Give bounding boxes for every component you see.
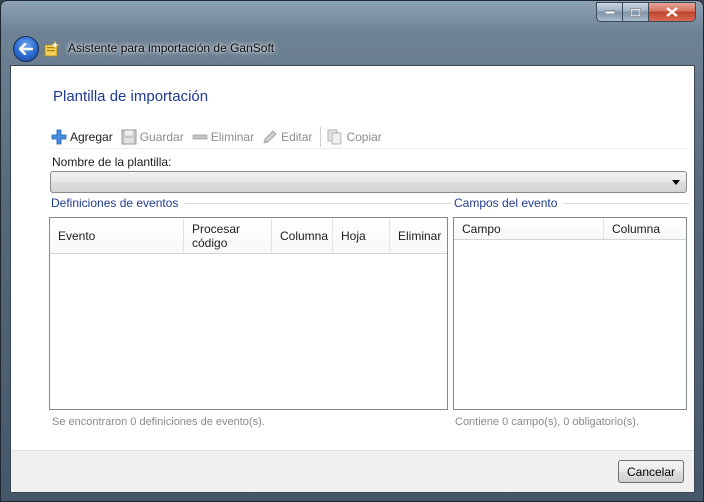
- arrow-left-icon: [19, 43, 33, 55]
- column-header-field[interactable]: Campo: [454, 218, 604, 239]
- back-button[interactable]: [13, 36, 39, 62]
- column-header-column[interactable]: Columna: [272, 218, 333, 253]
- caption-buttons: [596, 2, 696, 22]
- close-button[interactable]: [649, 2, 696, 22]
- events-group-label: Definiciones de eventos: [51, 196, 179, 210]
- column-header-process-code[interactable]: Procesar código: [184, 218, 272, 253]
- events-grid[interactable]: Evento Procesar código Columna Hoja Elim…: [49, 217, 448, 410]
- plus-icon: [51, 129, 67, 145]
- fields-grid[interactable]: Campo Columna: [453, 217, 687, 410]
- close-icon: [666, 7, 678, 17]
- events-grid-header: Evento Procesar código Columna Hoja Elim…: [50, 218, 447, 254]
- pencil-icon: [262, 129, 278, 145]
- copy-button-label: Copiar: [346, 129, 382, 144]
- column-header-sheet[interactable]: Hoja: [333, 218, 390, 253]
- footer-bar: Cancelar: [11, 450, 694, 492]
- maximize-button[interactable]: [623, 2, 649, 22]
- save-button-label: Guardar: [139, 129, 184, 144]
- events-summary: Se encontraron 0 definiciones de evento(…: [52, 416, 265, 428]
- wizard-window: Asistente para importación de GanSoft Pl…: [0, 0, 704, 502]
- app-icon: [44, 41, 60, 57]
- maximize-icon: [630, 7, 641, 17]
- add-button-label: Agregar: [70, 129, 113, 144]
- chevron-down-icon: [672, 180, 680, 185]
- fields-grid-header: Campo Columna: [454, 218, 686, 240]
- save-button[interactable]: Guardar: [121, 126, 184, 148]
- toolbar: Agregar Guardar Eliminar Editar Copiar: [51, 125, 687, 149]
- page-title: Plantilla de importación: [53, 88, 209, 105]
- toolbar-separator: [320, 126, 322, 147]
- fields-group-label: Campos del evento: [454, 196, 558, 210]
- fields-summary: Contiene 0 campo(s), 0 obligatorio(s).: [455, 416, 640, 428]
- events-group-divider: [184, 202, 452, 204]
- minimize-icon: [604, 10, 615, 14]
- minus-icon: [192, 129, 208, 145]
- copy-button[interactable]: Copiar: [327, 126, 382, 148]
- column-header-field-column[interactable]: Columna: [604, 218, 686, 239]
- copy-icon: [327, 129, 343, 145]
- edit-button[interactable]: Editar: [262, 126, 312, 148]
- floppy-disk-icon: [121, 129, 137, 145]
- fields-group-divider: [563, 202, 690, 204]
- delete-button-label: Eliminar: [210, 129, 255, 144]
- column-header-delete[interactable]: Eliminar: [390, 218, 447, 253]
- column-header-event[interactable]: Evento: [50, 218, 184, 253]
- delete-button[interactable]: Eliminar: [192, 126, 254, 148]
- edit-button-label: Editar: [281, 129, 313, 144]
- events-group-title: Definiciones de eventos: [51, 196, 452, 210]
- window-title: Asistente para importación de GanSoft: [68, 41, 275, 55]
- wizard-content: Plantilla de importación Agregar Guardar…: [10, 65, 695, 493]
- template-name-combobox[interactable]: [50, 171, 687, 193]
- minimize-button[interactable]: [596, 2, 623, 22]
- cancel-button[interactable]: Cancelar: [618, 460, 684, 483]
- fields-group-title: Campos del evento: [454, 196, 690, 210]
- template-name-label: Nombre de la plantilla:: [52, 155, 172, 169]
- add-button[interactable]: Agregar: [51, 126, 113, 148]
